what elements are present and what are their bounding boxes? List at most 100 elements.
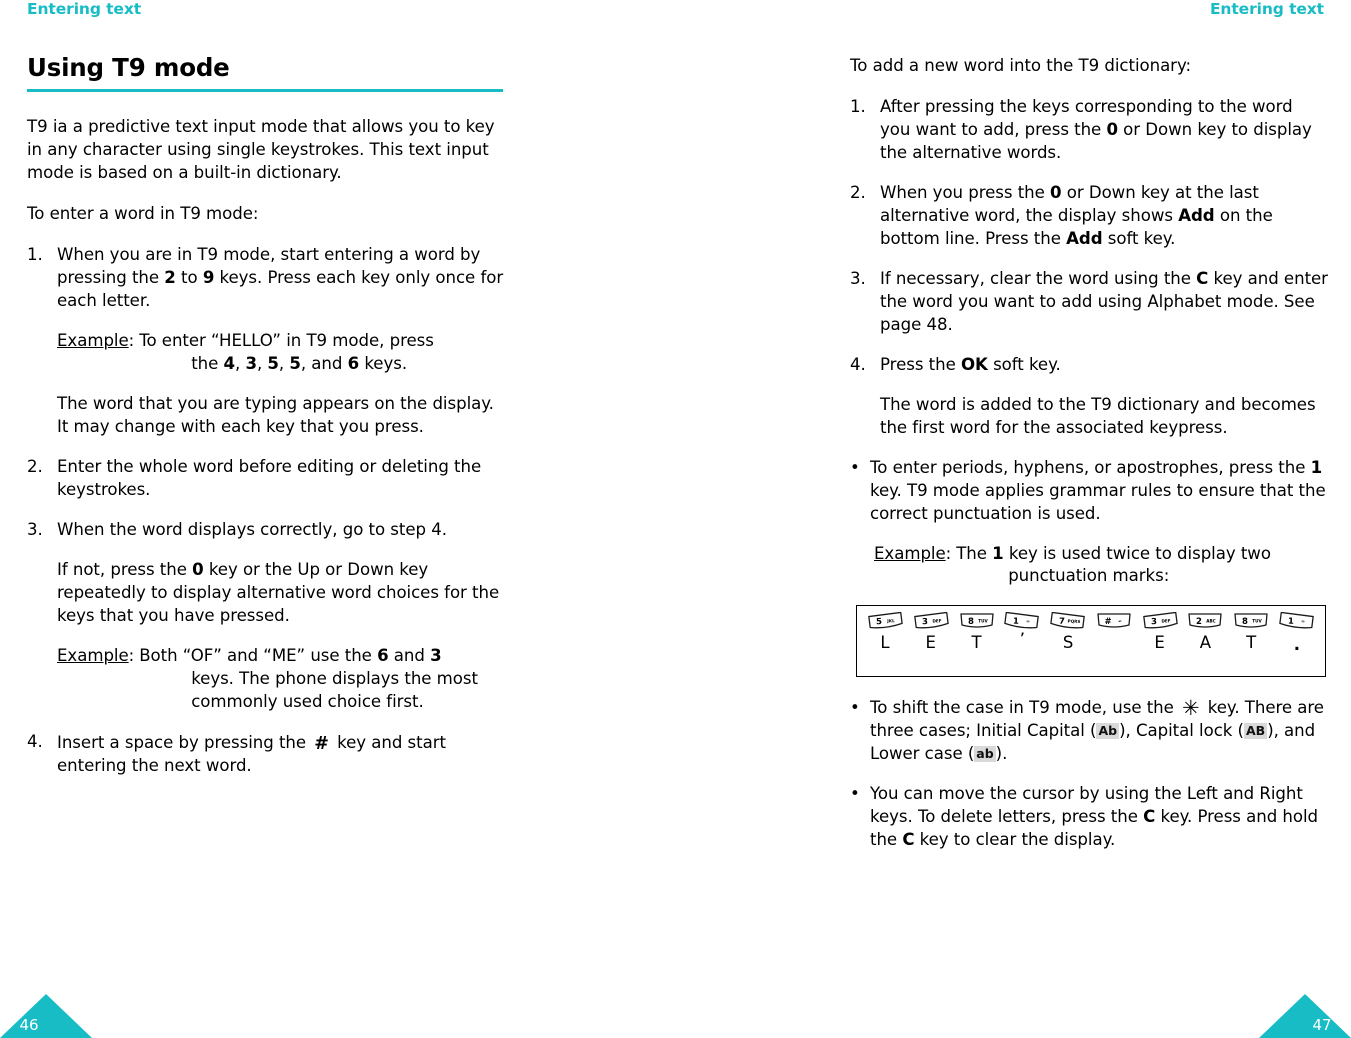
example-block: Example: To enter “HELLO” in T9 mode, pr…: [57, 330, 505, 376]
example-text: Both “OF” and “ME” use the 6 and 3 keys.…: [134, 645, 505, 714]
key-letter-label: E: [1154, 633, 1165, 653]
list-item: 4. Press the OK soft key.: [850, 354, 1328, 377]
example-line-2: the 4, 3, 5, 5, and 6 keys.: [139, 353, 505, 376]
text-run: ,: [235, 354, 246, 374]
phone-key-icon: 7 PQRS: [1049, 612, 1087, 629]
list-marker: 3.: [27, 520, 43, 540]
phone-key-icon: 5 JKL: [866, 612, 904, 629]
hash-key-icon: #: [314, 733, 329, 754]
example-label: Example:: [874, 543, 951, 589]
list-item-text: After pressing the keys corresponding to…: [880, 96, 1328, 165]
list-item: • To enter periods, hyphens, or apostrop…: [850, 457, 1328, 526]
svg-text:3: 3: [922, 618, 928, 628]
phone-key-icon: 8 TUV: [958, 612, 996, 629]
svg-text:1: 1: [1288, 617, 1294, 627]
example-label-text: Example: [57, 645, 129, 665]
title-underline-rule: [27, 88, 503, 93]
svg-text:1: 1: [1013, 617, 1019, 627]
emphasis-text: 3: [245, 354, 257, 374]
page-number-right: 47: [1312, 1016, 1332, 1034]
left-page-content: Using T9 mode T9 ia a predictive text in…: [27, 54, 505, 795]
keypad-key-1: 1 ∞’: [1002, 612, 1042, 652]
keypad-key-5: 5 JKL L: [865, 612, 905, 652]
text-run: If necessary, clear the word using the: [880, 268, 1197, 288]
emphasis-text: 6: [347, 354, 360, 374]
list-item: 3. If necessary, clear the word using th…: [850, 268, 1328, 337]
emphasis-text: Add: [1178, 205, 1215, 225]
capital-lock-badge-icon: AB: [1243, 723, 1268, 740]
text-run: Press the: [880, 354, 961, 374]
list-item-text: When you are in T9 mode, start entering …: [57, 244, 505, 313]
list-marker: 4.: [850, 354, 866, 374]
key-sequence-figure: 5 JKL L 3 DEF E 8 TUV T 1 ∞’ 7 PQRS S # ↵ 3 DEF E 2 ABC A 8 TUV…: [856, 605, 1326, 678]
phone-key-icon: 2 ABC: [1186, 612, 1224, 629]
svg-text:JKL: JKL: [886, 619, 895, 624]
list-item: 1. After pressing the keys corresponding…: [850, 96, 1328, 165]
intro-paragraph: T9 ia a predictive text input mode that …: [27, 117, 495, 183]
keypad-key-7: 7 PQRS S: [1048, 612, 1088, 652]
list-item: 4. Insert a space by pressing the # key …: [27, 731, 505, 778]
example-line-1: Both “OF” and “ME” use the 6 and 3: [139, 646, 441, 665]
bullet-marker: •: [850, 784, 860, 804]
emphasis-text: 2: [164, 268, 176, 288]
svg-text:∞: ∞: [1301, 619, 1305, 624]
emphasis-text: C: [902, 830, 915, 850]
text-run: The: [956, 543, 993, 563]
text-run: keys.: [359, 354, 408, 374]
svg-text:8: 8: [968, 617, 974, 627]
emphasis-text: C: [1196, 268, 1209, 288]
emphasis-text: 6: [377, 645, 389, 665]
text-run: key to clear the display.: [914, 830, 1116, 850]
list-marker: 4.: [27, 731, 43, 751]
keypad-key-3: 3 DEF E: [911, 612, 951, 652]
svg-text:∞: ∞: [1026, 619, 1030, 624]
key-letter-label: [1094, 634, 1134, 652]
example-label: Example:: [57, 330, 134, 376]
text-run: keys. The phone displays the most: [191, 668, 478, 688]
list-item-text: When the word displays correctly, go to …: [57, 519, 505, 542]
text-run: When the word displays correctly, go to …: [57, 520, 447, 540]
step3-continuation: If not, press the 0 key or the Up or Dow…: [57, 559, 505, 628]
initial-capital-badge-icon: Ab: [1096, 723, 1120, 740]
case-text-part-1: To shift the case in T9 mode, use the: [870, 698, 1180, 718]
text-run: Both “OF” and “ME” use the: [139, 645, 378, 665]
keypad-key-2: 2 ABC A: [1185, 612, 1225, 652]
keypad-key-1: 1 ∞.: [1277, 612, 1317, 653]
emphasis-text: 4: [223, 354, 236, 374]
example-label: Example:: [57, 645, 134, 714]
list-item: 3. When the word displays correctly, go …: [27, 519, 505, 542]
list-marker: 2.: [850, 182, 866, 202]
step1-continuation: The word that you are typing appears on …: [57, 394, 494, 437]
text-run: key. T9 mode applies grammar rules to en…: [870, 480, 1326, 523]
phone-key-icon: 3 DEF: [912, 612, 950, 629]
svg-text:2: 2: [1196, 617, 1202, 627]
lead-in-text: To enter a word in T9 mode:: [27, 204, 259, 224]
text-run: When you press the: [880, 182, 1051, 202]
list-item-text: Insert a space by pressing the # key and…: [57, 731, 505, 778]
text-run: to: [175, 268, 203, 288]
case-shift-text: To shift the case in T9 mode, use the ✳ …: [870, 696, 1324, 764]
text-run: ,: [278, 354, 290, 374]
key-letter-label: A: [1199, 633, 1211, 653]
text-run: Insert a space by pressing the: [57, 732, 312, 752]
svg-text:PQRS: PQRS: [1068, 619, 1081, 624]
phone-key-icon: 1 ∞: [1278, 612, 1316, 629]
example-text: To enter “HELLO” in T9 mode, press the 4…: [134, 330, 505, 376]
svg-text:#: #: [1104, 617, 1111, 627]
example-text: The 1 key is used twice to display two p…: [951, 543, 1328, 589]
text-run: the: [191, 354, 224, 374]
emphasis-text: OK: [960, 354, 988, 374]
lower-case-badge-icon: ab: [974, 746, 996, 763]
emphasis-text: 5: [289, 354, 301, 374]
example-line-1: The 1 key is used twice to display two: [956, 544, 1271, 563]
bullet-marker: •: [850, 698, 860, 718]
list-item: • You can move the cursor by using the L…: [850, 783, 1328, 852]
text-run: commonly used choice first.: [191, 691, 424, 711]
svg-text:5: 5: [876, 618, 882, 628]
list-marker: 2.: [27, 457, 43, 477]
step4-continuation: The word is added to the T9 dictionary a…: [880, 394, 1316, 437]
emphasis-text: 5: [267, 354, 279, 374]
key-letter-label: S: [1062, 633, 1074, 653]
keypad-key-hash: # ↵: [1094, 612, 1134, 652]
emphasis-text: C: [1143, 807, 1156, 827]
